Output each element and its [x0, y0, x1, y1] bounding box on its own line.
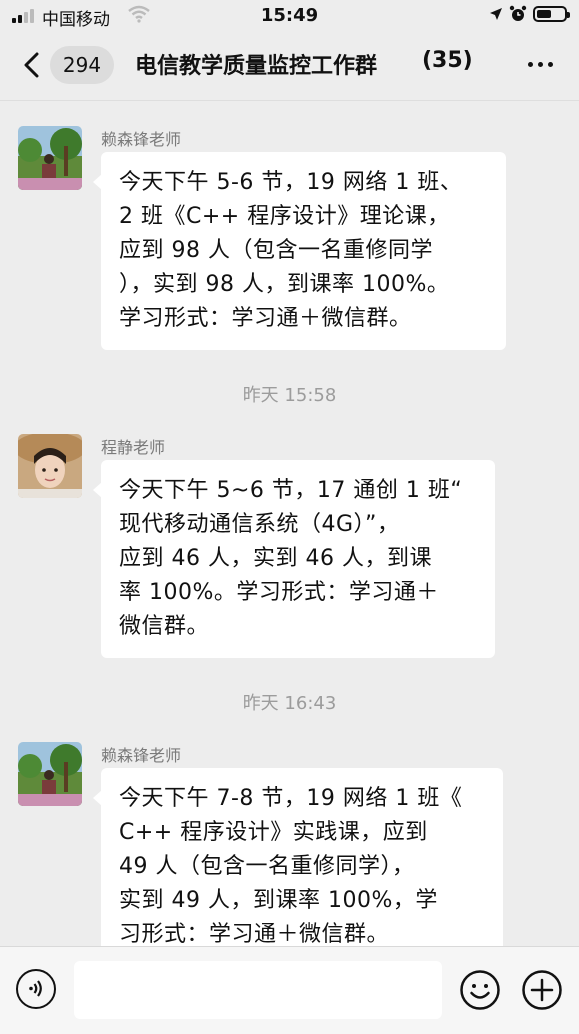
status-bar: 中国移动 15:49 — [0, 0, 579, 32]
message-bubble[interactable]: 今天下午 5-6 节，19 网络 1 班、 2 班《C++ 程序设计》理论课， … — [93, 152, 506, 350]
status-right-icons — [489, 5, 570, 23]
message-line: 微信群。 — [119, 614, 210, 639]
time-divider: 昨天 16:43 — [242, 693, 337, 714]
message-line: 49 人（包含一名重修同学）， — [119, 854, 415, 879]
message-line: 率 100%。学习形式：学习通＋ — [119, 580, 439, 605]
time-divider: 昨天 15:58 — [242, 385, 337, 406]
message-line: 今天下午 5-6 节，19 网络 1 班、 — [119, 170, 463, 195]
chat-title: 电信教学质量监控工作群 — [135, 54, 378, 79]
sender-name: 赖森锋老师 — [101, 746, 182, 765]
sender-avatar[interactable] — [18, 742, 82, 806]
battery-icon — [533, 6, 570, 22]
alarm-icon — [509, 5, 527, 21]
emoji-icon[interactable] — [459, 969, 501, 1011]
message-line: 习形式：学习通＋微信群。 — [119, 922, 390, 946]
message-bubble[interactable]: 今天下午 5~6 节，17 通创 1 班“ 现代移动通信系统（4G）”， 应到 … — [93, 460, 495, 658]
message-line: 今天下午 5~6 节，17 通创 1 班“ — [119, 478, 463, 503]
message-line: C++ 程序设计》实践课，应到 — [119, 820, 428, 845]
message-item: 赖森锋老师 今天下午 7-8 节，19 网络 1 班《 C++ 程序设计》实践课… — [0, 742, 579, 946]
sender-name: 赖森锋老师 — [101, 130, 182, 149]
message-list[interactable]: 赖森锋老师 今天下午 5-6 节，19 网络 1 班、 2 班《C++ 程序设计… — [0, 101, 579, 946]
voice-icon[interactable] — [16, 969, 56, 1009]
member-count: (35) — [422, 48, 473, 73]
message-line: 应到 46 人，实到 46 人，到课 — [119, 546, 432, 571]
message-item: 赖森锋老师 今天下午 5-6 节，19 网络 1 班、 2 班《C++ 程序设计… — [0, 126, 579, 350]
plus-icon[interactable] — [521, 969, 563, 1011]
message-input[interactable] — [74, 961, 442, 1019]
chat-header: 294 电信教学质量监控工作群 (35) — [0, 32, 579, 101]
location-icon — [490, 8, 502, 20]
unread-count-badge[interactable]: 294 — [50, 46, 114, 84]
message-item: 程静老师 今天下午 5~6 节，17 通创 1 班“ 现代移动通信系统（4G）”… — [0, 434, 579, 658]
sender-avatar[interactable] — [18, 434, 82, 498]
message-line: 学习形式：学习通＋微信群。 — [119, 306, 412, 331]
sender-name: 程静老师 — [101, 438, 166, 457]
message-bubble[interactable]: 今天下午 7-8 节，19 网络 1 班《 C++ 程序设计》实践课，应到 49… — [93, 768, 503, 946]
chevron-left-icon[interactable] — [22, 52, 40, 78]
message-line: ），实到 98 人，到课率 100%。 — [119, 272, 450, 297]
sender-avatar[interactable] — [18, 126, 82, 190]
message-line: 实到 49 人，到课率 100%，学 — [119, 888, 438, 913]
more-options-icon[interactable] — [528, 62, 553, 67]
message-line: 现代移动通信系统（4G）”， — [119, 512, 400, 537]
input-bar — [0, 946, 579, 1034]
message-line: 今天下午 7-8 节，19 网络 1 班《 — [119, 786, 463, 811]
message-line: 应到 98 人（包含一名重修同学 — [119, 238, 433, 263]
message-line: 2 班《C++ 程序设计》理论课， — [119, 204, 450, 229]
